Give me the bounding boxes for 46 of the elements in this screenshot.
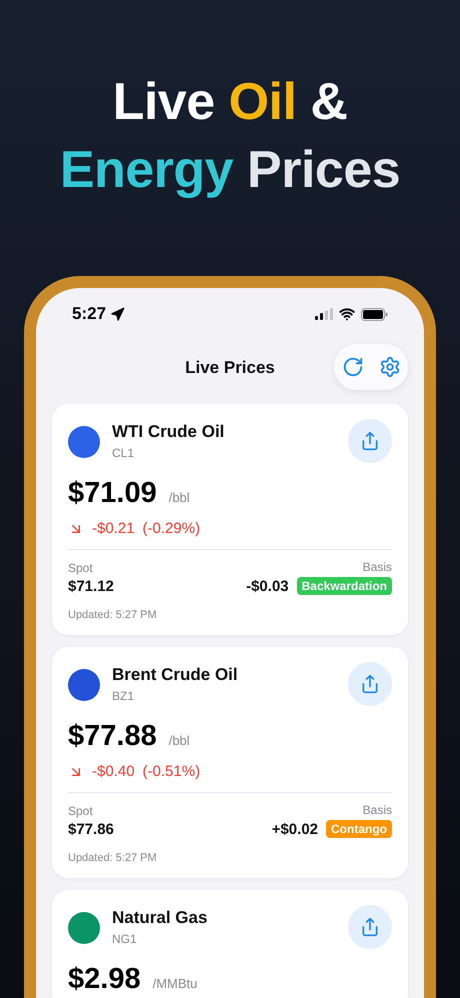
price-unit: /bbl bbox=[168, 733, 190, 748]
screen-title: Live Prices bbox=[185, 358, 275, 378]
change-amount: -$0.21 bbox=[92, 520, 135, 537]
commodity-symbol: NG1 bbox=[112, 932, 138, 946]
change-percent: (-0.29%) bbox=[142, 520, 200, 537]
basis-value: -$0.03 bbox=[246, 578, 289, 594]
spot-label: Spot bbox=[68, 561, 93, 575]
signal-icon bbox=[315, 308, 333, 320]
share-icon bbox=[360, 917, 380, 937]
basis-label: Basis bbox=[362, 560, 392, 574]
updated-time: Updated: 5:27 PM bbox=[68, 609, 158, 621]
basis-value: +$0.02 bbox=[272, 820, 318, 838]
share-button[interactable] bbox=[348, 419, 392, 463]
share-icon bbox=[360, 674, 380, 694]
settings-button[interactable] bbox=[378, 356, 400, 378]
price-value: $77.88 bbox=[68, 720, 157, 753]
spot-value: $77.86 bbox=[68, 821, 114, 838]
wifi-icon bbox=[339, 306, 355, 322]
change-percent: (-0.51%) bbox=[142, 763, 200, 780]
change-amount: -$0.40 bbox=[92, 763, 135, 780]
location-arrow-icon bbox=[110, 306, 126, 322]
price-unit: /MMBtu bbox=[152, 976, 198, 991]
price-value: $71.09 bbox=[68, 477, 157, 510]
headline: Live Oil & bbox=[112, 72, 348, 133]
commodity-name: Natural Gas bbox=[112, 908, 208, 928]
updated-time: Updated: 5:27 PM bbox=[68, 852, 158, 864]
spot-value: $71.12 bbox=[68, 578, 114, 595]
status-time: 5:27 bbox=[72, 304, 106, 324]
commodity-symbol: BZ1 bbox=[112, 689, 136, 703]
settings-icon bbox=[378, 356, 400, 378]
share-button[interactable] bbox=[348, 662, 392, 706]
headline: Energy Prices bbox=[60, 140, 400, 201]
price-value: $2.98 bbox=[68, 963, 141, 996]
basis-label: Basis bbox=[362, 803, 392, 817]
price-unit: /bbl bbox=[168, 490, 190, 505]
market-structure-tag: Backwardation bbox=[296, 577, 392, 595]
commodity-name: Brent Crude Oil bbox=[112, 665, 239, 685]
refresh-button[interactable] bbox=[342, 356, 364, 378]
share-button[interactable] bbox=[348, 905, 392, 949]
battery-icon bbox=[361, 308, 388, 320]
share-icon bbox=[360, 431, 380, 451]
refresh-icon bbox=[342, 356, 364, 378]
spot-label: Spot bbox=[68, 804, 93, 818]
commodity-symbol: CL1 bbox=[112, 446, 136, 460]
market-structure-tag: Contango bbox=[326, 820, 392, 838]
commodity-name: WTI Crude Oil bbox=[112, 422, 226, 442]
